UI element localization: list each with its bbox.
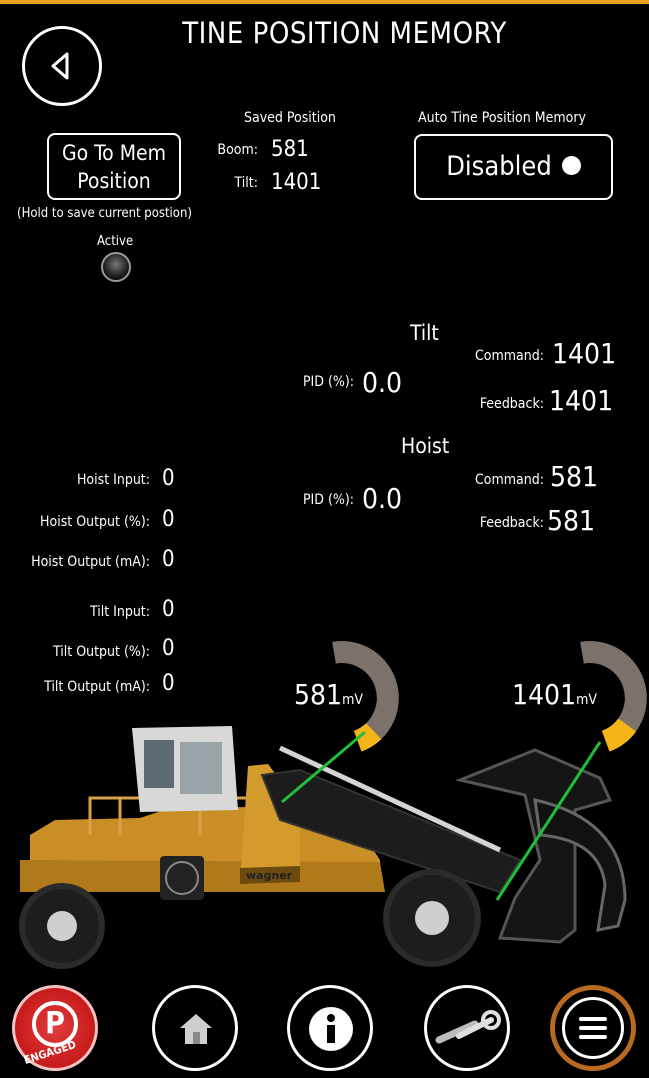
hoist-output-pct-value: 0 — [162, 507, 175, 532]
menu-button[interactable] — [550, 985, 636, 1071]
hoist-pid-value: 0.0 — [362, 482, 403, 515]
rear-hub — [47, 911, 77, 941]
tools-button[interactable] — [424, 985, 510, 1071]
hoist-input-label: Hoist Input: — [76, 472, 150, 488]
tilt-command-value: 1401 — [552, 337, 617, 370]
info-button[interactable] — [287, 985, 373, 1071]
tilt-saved-label: Tilt: — [234, 175, 258, 191]
hoist-command-value: 581 — [550, 460, 599, 493]
home-button[interactable] — [152, 985, 238, 1071]
hoist-input-value: 0 — [162, 466, 175, 491]
parking-letter: P — [45, 1006, 65, 1041]
info-icon — [309, 1007, 353, 1051]
go-to-mem-line2: Position — [77, 169, 151, 193]
tilt-feedback-label: Feedback: — [479, 396, 544, 412]
hoist-command-label: Command: — [475, 472, 544, 488]
tilt-saved-value: 1401 — [271, 170, 322, 195]
back-arrow-icon — [51, 52, 69, 80]
tilt-command-label: Command: — [475, 348, 544, 364]
hold-hint: (Hold to save current postion) — [17, 206, 192, 221]
machine-graphic: wagner — [19, 641, 647, 969]
brand-logo: wagner — [246, 869, 293, 882]
home-icon — [180, 1014, 212, 1044]
tilt-heading: Tilt — [410, 321, 439, 345]
auto-memory-label: Auto Tine Position Memory — [418, 110, 586, 126]
boom-value: 581 — [271, 137, 309, 162]
auto-memory-toggle-button[interactable]: Disabled — [414, 134, 613, 200]
hoist-heading: Hoist — [401, 434, 450, 458]
tilt-pid-label: PID (%): — [302, 374, 354, 390]
boom-label: Boom: — [217, 142, 258, 158]
status-dot-icon — [561, 156, 581, 175]
hoist-output-ma-label: Hoist Output (mA): — [31, 554, 150, 570]
active-indicator-led — [101, 252, 131, 282]
active-label: Active — [97, 234, 134, 249]
hoist-output-pct-label: Hoist Output (%): — [40, 514, 150, 530]
hoist-output-ma-value: 0 — [162, 547, 175, 572]
saved-position-label: Saved Position — [244, 110, 336, 126]
accent-bar — [0, 0, 649, 4]
front-hub — [415, 901, 449, 935]
go-to-mem-line1: Go To Mem — [61, 141, 167, 165]
tilt-feedback-value: 1401 — [549, 384, 614, 417]
hoist-feedback-value: 581 — [547, 504, 596, 537]
hoist-feedback-label: Feedback: — [479, 515, 544, 531]
tilt-input-label: Tilt Input: — [89, 604, 150, 620]
parking-brake-button[interactable]: P ENGAGED — [12, 985, 98, 1071]
go-to-mem-position-button[interactable]: Go To Mem Position — [47, 133, 181, 200]
page-title: TINE POSITION MEMORY — [182, 16, 507, 50]
auto-memory-status: Disabled — [446, 151, 552, 182]
cab-door — [180, 742, 222, 794]
cab-window — [144, 740, 174, 788]
tilt-pid-value: 0.0 — [362, 366, 403, 399]
hoist-pid-label: PID (%): — [302, 492, 354, 508]
menu-ring — [562, 997, 624, 1059]
tilt-input-value: 0 — [162, 597, 175, 622]
wrench-icon — [435, 1010, 501, 1044]
menu-icon — [579, 1017, 607, 1039]
